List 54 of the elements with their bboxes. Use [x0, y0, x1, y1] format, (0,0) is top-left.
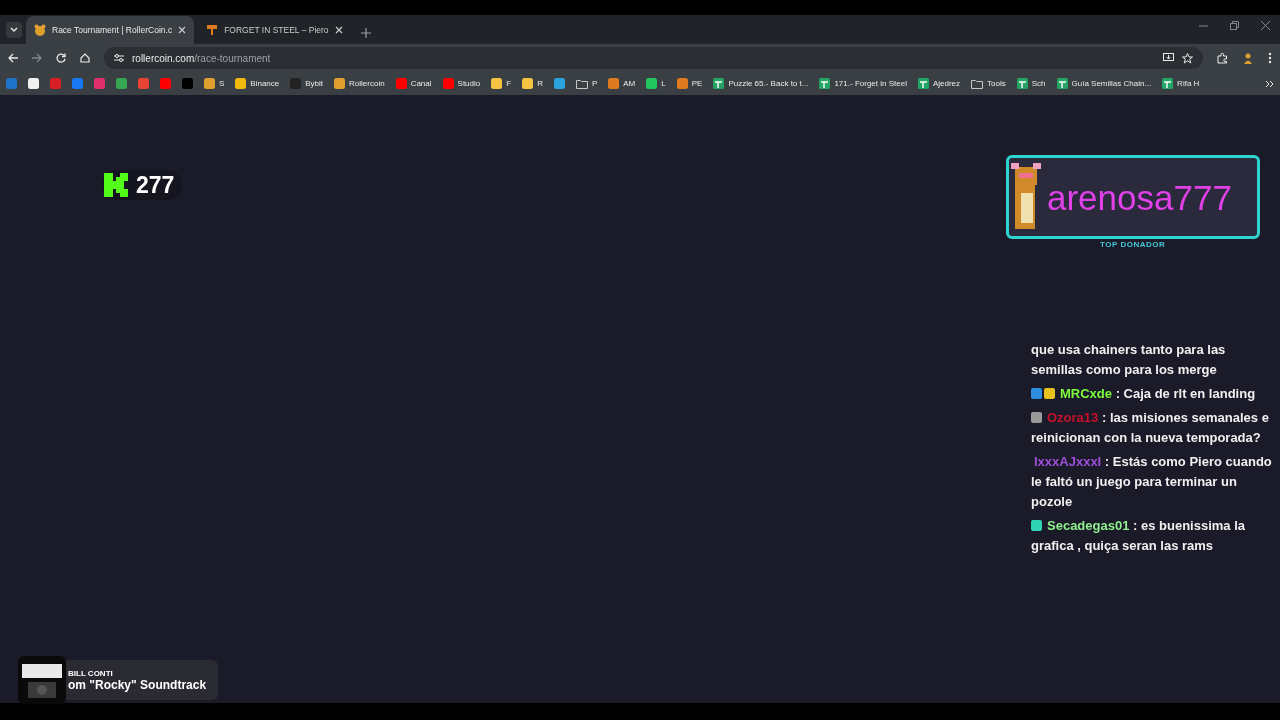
bookmark[interactable]: AM	[608, 78, 636, 89]
browser-tab[interactable]: FORGET IN STEEL – Piero	[198, 16, 351, 44]
chevron-icon[interactable]	[1265, 79, 1274, 88]
bookmark[interactable]: PE	[676, 78, 703, 89]
artist-name: BILL CONTI	[68, 668, 114, 678]
k-logo-icon	[104, 173, 128, 197]
bookmark[interactable]: Canal	[395, 78, 432, 89]
bookmark[interactable]: F	[491, 78, 512, 89]
bookmark[interactable]: 171.- Forget in Steel	[819, 78, 907, 89]
bookmark[interactable]: Rifa H	[1162, 78, 1200, 89]
chat-message: Ozora13 : las misiones semanales e reinicionan con la nueva temporada?	[1031, 409, 1270, 447]
forward-icon[interactable]	[32, 53, 42, 63]
bookmark[interactable]: Puzzle 65.- Back to t...	[713, 78, 809, 89]
install-icon[interactable]	[1163, 53, 1174, 63]
chat-message: que usa chainers tanto para las semillas como para los merge	[1031, 341, 1227, 379]
reload-icon[interactable]	[56, 53, 66, 63]
hammer-icon	[206, 24, 219, 36]
bookmark[interactable]: L	[646, 78, 666, 89]
address-bar[interactable]: rollercoin.com/race-tournament	[104, 47, 1203, 69]
track-title: om "Rocky" Soundtrack	[68, 677, 207, 692]
donor-caption: TOP DONADOR	[1100, 240, 1166, 249]
close-icon[interactable]	[178, 26, 187, 34]
tab-title: FORGET IN STEEL – Piero	[224, 25, 329, 35]
bookmark[interactable]: Binance	[235, 78, 280, 89]
bookmark[interactable]: Tools	[971, 78, 1006, 89]
chat-message: Secadegas01 : es buenissima la grafica , quiça seran las rams	[1031, 517, 1247, 555]
tab-search-button[interactable]	[6, 22, 22, 38]
profile-icon[interactable]	[1242, 52, 1254, 64]
bookmark[interactable]: Guía Semillas Chain...	[1056, 78, 1152, 89]
tab-title: Race Tournament | RollerCoin.c	[52, 25, 173, 35]
new-tab-icon[interactable]	[360, 28, 371, 38]
bookmark[interactable]: S	[204, 78, 225, 89]
bookmark[interactable]: Rollercoin	[334, 78, 385, 89]
browser-tab[interactable]: Race Tournament | RollerCoin.c	[26, 16, 195, 44]
chat-message: MRCxde : Caja de rlt en landing	[1031, 384, 1276, 404]
restore-icon[interactable]	[1230, 21, 1239, 30]
bookmark[interactable]: Bybit	[290, 78, 324, 89]
bookmark[interactable]: Sch	[1016, 78, 1046, 89]
donor-name: arenosa777	[1047, 179, 1232, 215]
points-counter: 277	[102, 170, 183, 200]
site-settings-icon[interactable]	[114, 53, 124, 63]
bookmark[interactable]: Ajedrez	[917, 78, 961, 89]
caret-icon	[10, 27, 18, 33]
star-icon[interactable]	[1182, 52, 1193, 64]
bookmark[interactable]: Studio	[442, 78, 481, 89]
bookmark[interactable]: R	[522, 78, 543, 89]
close-icon[interactable]	[334, 26, 343, 34]
home-icon[interactable]	[80, 53, 90, 63]
puzzle-icon[interactable]	[1217, 52, 1228, 64]
menu-icon[interactable]	[1268, 52, 1272, 64]
close-icon[interactable]	[1261, 21, 1270, 30]
bookmark[interactable]: P	[575, 78, 598, 89]
back-icon[interactable]	[8, 53, 18, 63]
bear-icon	[34, 24, 46, 36]
